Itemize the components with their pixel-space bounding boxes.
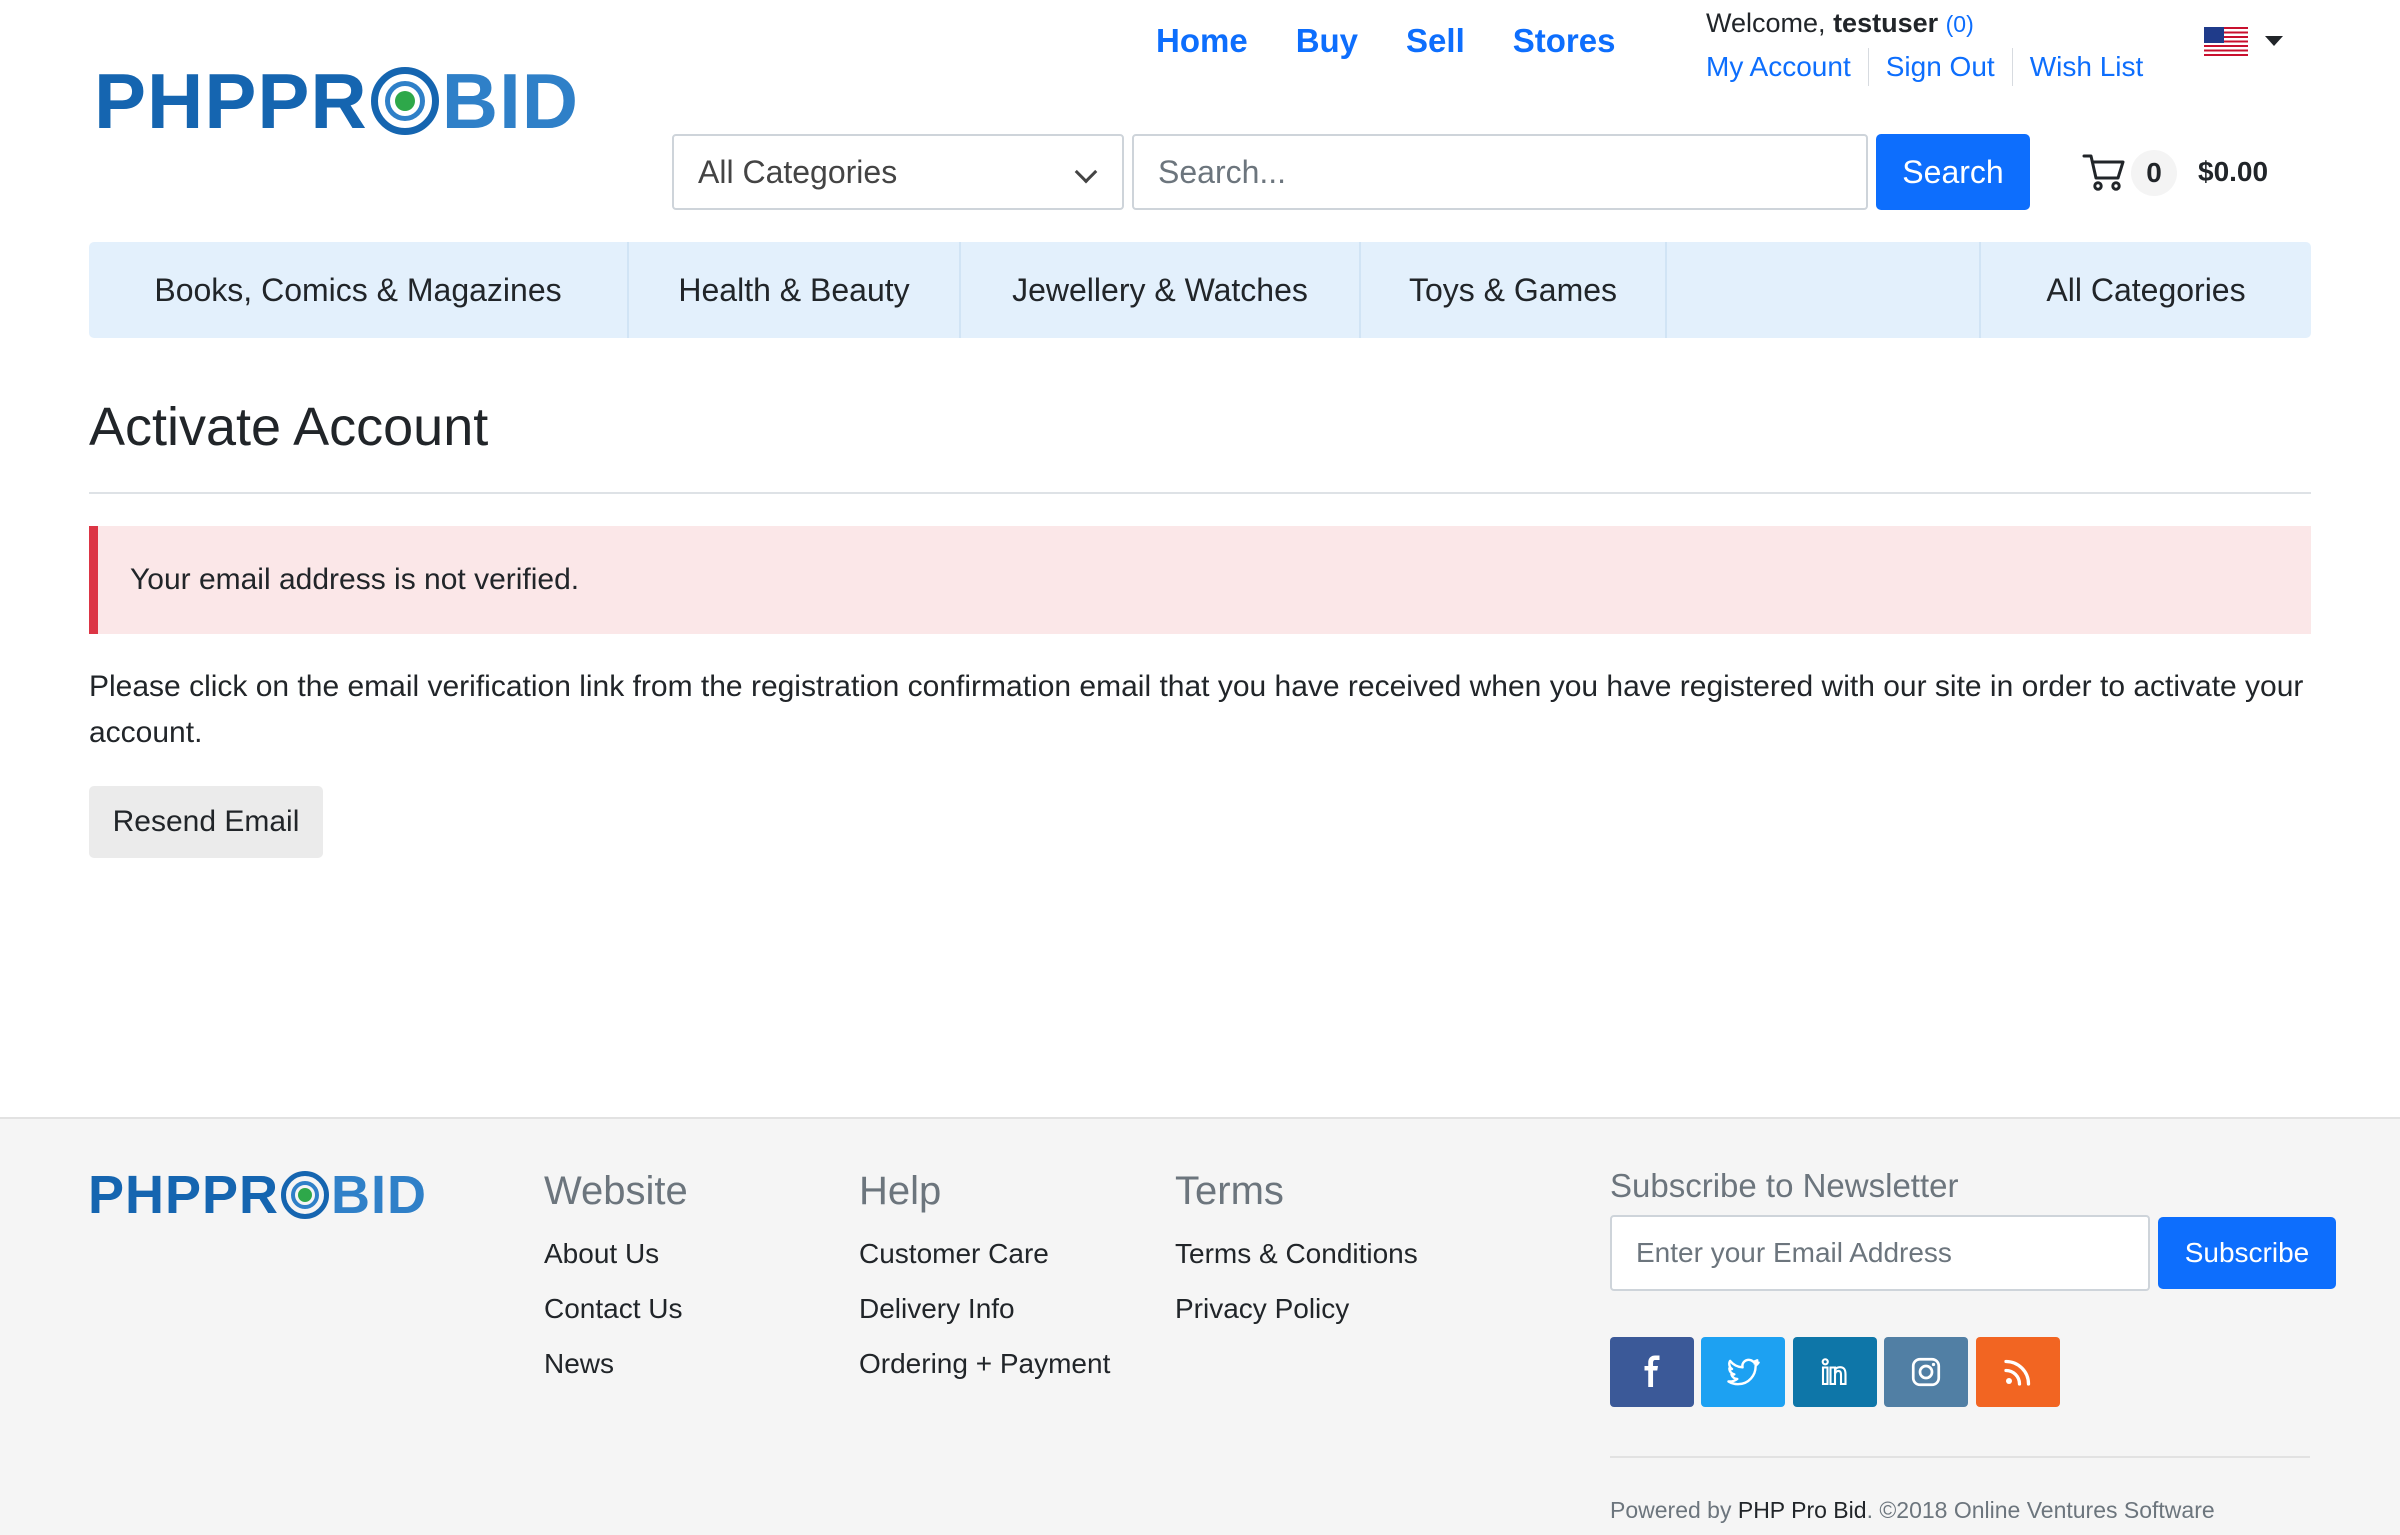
rss-icon xyxy=(2004,1359,2031,1386)
powered-suffix: . ©2018 Online Ventures Software xyxy=(1866,1497,2215,1523)
sign-out-link[interactable]: Sign Out xyxy=(1867,48,2012,86)
rss-button[interactable] xyxy=(1976,1337,2060,1407)
category-books-comics-magazines[interactable]: Books, Comics & Magazines xyxy=(89,242,629,338)
cart-total[interactable]: $0.00 xyxy=(2198,156,2268,188)
nav-home[interactable]: Home xyxy=(1156,22,1248,60)
caret-down-icon[interactable] xyxy=(2265,36,2283,46)
resend-email-button[interactable]: Resend Email xyxy=(89,786,323,858)
footer-col-title: Help xyxy=(859,1169,942,1213)
category-jewellery-watches[interactable]: Jewellery & Watches xyxy=(961,242,1361,338)
footer-col-title: Terms xyxy=(1175,1169,1284,1213)
nav-stores[interactable]: Stores xyxy=(1513,22,1616,60)
footer-col-help: Help Customer Care Delivery Info Orderin… xyxy=(859,1169,1110,1391)
twitter-icon xyxy=(1727,1358,1760,1386)
linkedin-button[interactable] xyxy=(1793,1337,1877,1407)
powered-prefix: Powered by xyxy=(1610,1497,1732,1523)
account-links: My Account Sign Out Wish List xyxy=(1706,48,2160,86)
facebook-button[interactable] xyxy=(1610,1337,1694,1407)
category-select[interactable]: All Categories xyxy=(672,134,1124,210)
footer-link-delivery-info[interactable]: Delivery Info xyxy=(859,1281,1110,1336)
footer-link-terms-conditions[interactable]: Terms & Conditions xyxy=(1175,1226,1418,1281)
instagram-button[interactable] xyxy=(1884,1337,1968,1407)
main-nav: Home Buy Sell Stores xyxy=(1156,22,1615,60)
facebook-icon xyxy=(1644,1355,1660,1387)
footer-logo-text-left: PHPPR xyxy=(88,1165,280,1225)
newsletter-title: Subscribe to Newsletter xyxy=(1610,1167,1959,1204)
footer-col-title: Website xyxy=(544,1169,688,1213)
instagram-icon xyxy=(1911,1357,1941,1387)
my-account-link[interactable]: My Account xyxy=(1706,48,1868,86)
cart-count-badge[interactable]: 0 xyxy=(2131,150,2177,196)
search-input[interactable] xyxy=(1132,134,1868,210)
powered-by-text: Powered by PHP Pro Bid. ©2018 Online Ven… xyxy=(1610,1497,2215,1524)
cart-icon[interactable] xyxy=(2082,152,2126,192)
site-logo[interactable]: PHPPR BID xyxy=(94,56,579,146)
footer-link-contact-us[interactable]: Contact Us xyxy=(544,1281,688,1336)
category-health-beauty[interactable]: Health & Beauty xyxy=(629,242,961,338)
footer-col-terms: Terms Terms & Conditions Privacy Policy xyxy=(1175,1169,1418,1336)
nav-buy[interactable]: Buy xyxy=(1296,22,1358,60)
footer-divider xyxy=(1610,1456,2310,1458)
chevron-down-icon xyxy=(1074,160,1098,184)
search-button[interactable]: Search xyxy=(1876,134,2030,210)
footer-link-privacy-policy[interactable]: Privacy Policy xyxy=(1175,1281,1418,1336)
footer-link-customer-care[interactable]: Customer Care xyxy=(859,1226,1110,1281)
footer-link-ordering-payment[interactable]: Ordering + Payment xyxy=(859,1336,1110,1391)
message-count[interactable]: (0) xyxy=(1946,11,1974,37)
logo-target-icon xyxy=(370,67,439,135)
footer: PHPPR BID Website About Us Contact Us New… xyxy=(0,1117,2400,1535)
logo-text-left: PHPPR xyxy=(94,56,368,145)
linkedin-icon xyxy=(1821,1358,1847,1386)
username: testuser xyxy=(1833,8,1939,38)
logo-text-right: BID xyxy=(441,56,580,145)
welcome-text: Welcome, testuser (0) xyxy=(1706,8,1974,39)
wish-list-link[interactable]: Wish List xyxy=(2011,48,2161,86)
footer-link-news[interactable]: News xyxy=(544,1336,688,1391)
twitter-button[interactable] xyxy=(1701,1337,1785,1407)
subscribe-button[interactable]: Subscribe xyxy=(2158,1217,2336,1289)
footer-logo-text-right: BID xyxy=(331,1165,428,1225)
activation-instructions: Please click on the email verification l… xyxy=(89,670,2304,749)
alert-text: Your email address is not verified. xyxy=(130,563,580,596)
page-title: Activate Account xyxy=(89,397,489,457)
welcome-prefix: Welcome, xyxy=(1706,8,1826,38)
alert-not-verified: Your email address is not verified. xyxy=(89,526,2311,634)
powered-brand-link[interactable]: PHP Pro Bid xyxy=(1738,1497,1867,1523)
category-bar-spacer xyxy=(1667,242,1981,338)
category-toys-games[interactable]: Toys & Games xyxy=(1361,242,1667,338)
newsletter-email-input[interactable] xyxy=(1610,1215,2150,1291)
footer-col-website: Website About Us Contact Us News xyxy=(544,1169,688,1391)
footer-logo-target-icon xyxy=(281,1171,330,1219)
footer-logo[interactable]: PHPPR BID xyxy=(88,1163,427,1227)
footer-link-about-us[interactable]: About Us xyxy=(544,1226,688,1281)
category-select-value: All Categories xyxy=(698,153,898,190)
category-all[interactable]: All Categories xyxy=(1981,242,2311,338)
nav-sell[interactable]: Sell xyxy=(1406,22,1465,60)
category-bar: Books, Comics & Magazines Health & Beaut… xyxy=(89,242,2311,338)
title-divider xyxy=(89,492,2311,494)
us-flag-icon[interactable] xyxy=(2204,27,2248,56)
